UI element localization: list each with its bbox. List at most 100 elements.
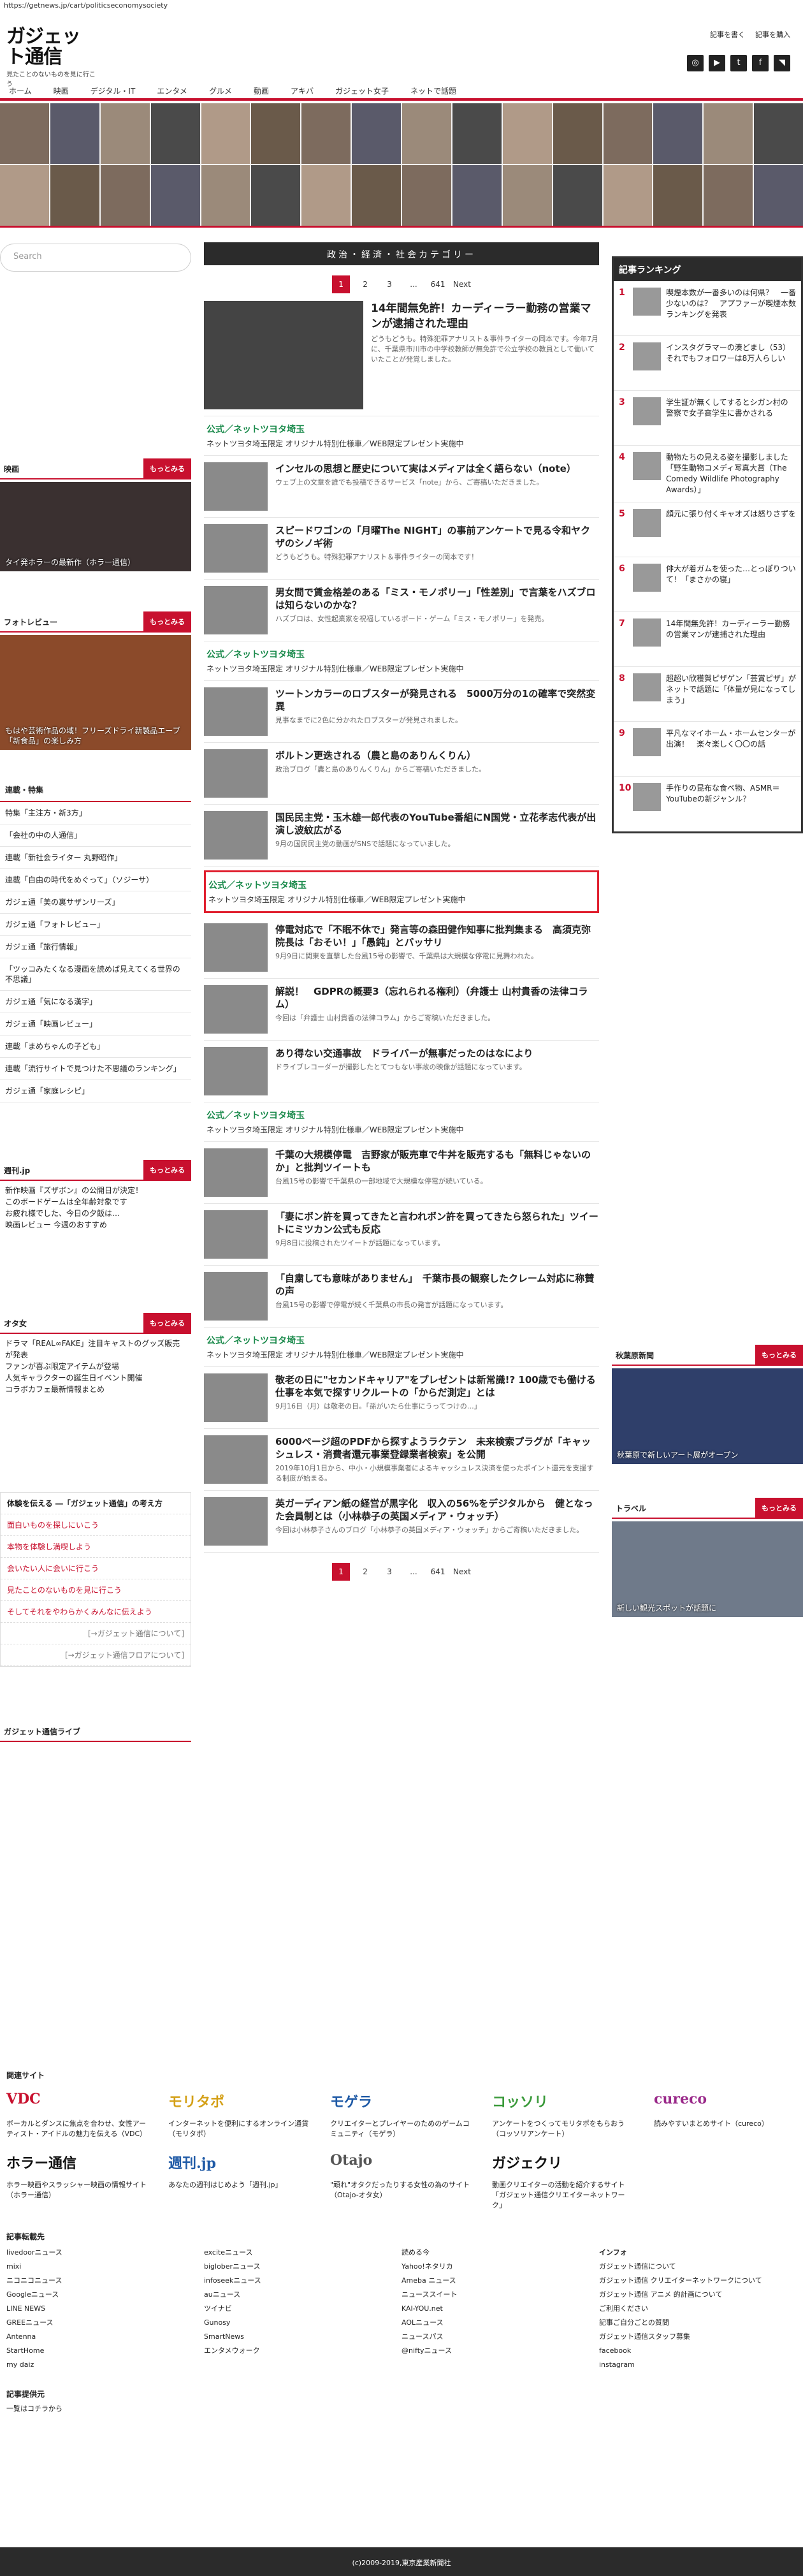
ranking-title-text[interactable]: 俳大が着ガムを使った…とっぽりついて！「まさかの寝」: [666, 564, 796, 605]
youtube-icon[interactable]: ▶: [709, 55, 725, 71]
article-title[interactable]: 6000ページ超のPDFから探すようラクテン 未来検索プラグが「キャッシュレス・…: [275, 1435, 599, 1461]
article-thumb[interactable]: [204, 1272, 268, 1321]
article-title[interactable]: インセルの思想と歴史について実はメディアは全く語らない（note）: [275, 462, 599, 475]
article-title[interactable]: 14年間無免許！カーディーラー勤務の営業マンが逮捕された理由: [371, 301, 599, 332]
ranking-thumb[interactable]: [633, 728, 661, 756]
banner-thumb[interactable]: [402, 103, 451, 164]
article-item[interactable]: 男女間で賃金格差のある「ミス・モノポリー」「性差別」で言葉をハズブロは知らないの…: [204, 580, 599, 641]
series-item[interactable]: 連載「流行サイトで見つけた不思議のランキング」: [0, 1058, 191, 1080]
buy-link[interactable]: 記事を購入: [755, 29, 790, 40]
banner-thumb[interactable]: [0, 103, 49, 164]
page-link[interactable]: 2: [356, 1563, 374, 1581]
weekly-more-button[interactable]: もっとみる: [143, 1160, 191, 1180]
article-item[interactable]: 千葉の大規模停電 吉野家が販売車で牛丼を販売するも「無料じゃないのか」と批判ツイ…: [204, 1142, 599, 1204]
ranking-title-text[interactable]: 喫煙本数が一番多いのは何県？ 一番少ないのは？ アプファーが喫煙本数ランキングを…: [666, 288, 796, 329]
footer-link[interactable]: SmartNews: [204, 2330, 402, 2344]
movie-more-button[interactable]: もっとみる: [143, 458, 191, 479]
banner-thumb[interactable]: [100, 103, 150, 164]
travel-more-button[interactable]: もっとみる: [755, 1498, 803, 1518]
footer-link[interactable]: 読める今: [402, 2246, 599, 2260]
ranking-thumb[interactable]: [633, 509, 661, 537]
banner-thumb[interactable]: [50, 103, 99, 164]
page-link[interactable]: 641: [429, 1563, 447, 1581]
banner-thumb[interactable]: [352, 103, 401, 164]
ad-block[interactable]: 公式／ネットツヨタ埼玉 ネットツヨタ埼玉限定 オリジナル特別仕様車／WEB限定プレ…: [204, 870, 599, 913]
series-item[interactable]: 連載「まめちゃんの子ども」: [0, 1036, 191, 1058]
footer-link[interactable]: ニコニコニュース: [6, 2274, 204, 2288]
article-item[interactable]: 英ガーディアン紙の経営が黒字化 収入の56%をデジタルから 健となった会員制とは…: [204, 1491, 599, 1553]
travel-caption[interactable]: 新しい観光スポットが話題に: [617, 1603, 798, 1613]
page-link[interactable]: 641: [429, 275, 447, 293]
banner-thumb[interactable]: [100, 165, 150, 226]
banner-thumb[interactable]: [150, 165, 200, 226]
about-link[interactable]: 見たことのないものを見に行こう: [1, 1579, 191, 1601]
photo-caption[interactable]: もはや芸術作品の域！フリーズドライ新製品エーブ「新食品」の楽しみ方: [5, 726, 186, 746]
ranking-item[interactable]: 10 手作りの昆布な食べ物、ASMR＝YouTubeの新ジャンル？: [614, 777, 801, 831]
related-site[interactable]: ホラー通信 ホラー映画やスラッシャー映画の情報サイト（ホラー通信）: [6, 2152, 149, 2211]
footer-link[interactable]: ご利用ください: [599, 2302, 797, 2316]
footer-link[interactable]: KAI-YOU.net: [402, 2302, 599, 2316]
banner-thumb[interactable]: [704, 103, 753, 164]
article-item[interactable]: ボルトン更迭される（農と島のありんくりん） 政治ブログ「農と島のありんくりん」から…: [204, 743, 599, 805]
related-logo[interactable]: コッソリ: [492, 2091, 635, 2119]
banner-thumb[interactable]: [704, 165, 753, 226]
article-title[interactable]: スピードワゴンの「月曜The NIGHT」の事前アンケートで見る令和ヤクザのシノ…: [275, 524, 599, 550]
news-line[interactable]: コラボカフェ最新情報まとめ: [5, 1384, 186, 1395]
nav-item[interactable]: 動画: [245, 83, 278, 98]
banner-thumb[interactable]: [754, 103, 803, 164]
ranking-title-text[interactable]: 顔元に張り付くキャオズは怒りさずを: [666, 509, 796, 550]
article-item[interactable]: 「自粛しても意味がありません」 千葉市長の観察したクレーム対応に称賛の声 台風15…: [204, 1266, 599, 1328]
news-line[interactable]: このボードゲームは全年齢対象です: [5, 1196, 186, 1208]
footer-link[interactable]: Antenna: [6, 2330, 204, 2344]
article-title[interactable]: 男女間で賃金格差のある「ミス・モノポリー」「性差別」で言葉をハズブロは知らないの…: [275, 586, 599, 611]
page-link[interactable]: 1: [332, 1563, 351, 1581]
banner-thumb[interactable]: [653, 103, 703, 164]
article-item[interactable]: インセルの思想と歴史について実はメディアは全く語らない（note） ウェブ上の文章…: [204, 456, 599, 518]
article-title[interactable]: ボルトン更迭される（農と島のありんくりん）: [275, 749, 599, 762]
article-title[interactable]: あり得ない交通事故 ドライバーが無事だったのはなにより: [275, 1047, 599, 1060]
series-item[interactable]: 連載「新社会ライター 丸野昭作」: [0, 847, 191, 869]
related-site[interactable]: ガジェクリ 動画クリエイターの活動を紹介するサイト「ガジェット通信クリエイターネッ…: [492, 2152, 635, 2211]
nav-item[interactable]: エンタメ: [148, 83, 196, 98]
series-item[interactable]: ガジェ通「旅行情報」: [0, 936, 191, 958]
footer-link[interactable]: ガジェット通信スタッフ募集: [599, 2330, 797, 2344]
series-item[interactable]: ガジェ通「映画レビュー」: [0, 1013, 191, 1036]
article-title[interactable]: 国民民主党・玉木雄一郎代表のYouTube番組にN国党・立花孝志代表が出演し波紋…: [275, 811, 599, 837]
footer-link[interactable]: ガジェット通信 クリエイターネットワークについて: [599, 2274, 797, 2288]
banner-thumb[interactable]: [301, 165, 351, 226]
akiba-caption[interactable]: 秋葉原で新しいアート展がオープン: [617, 1450, 798, 1460]
related-logo[interactable]: ホラー通信: [6, 2152, 149, 2180]
news-line[interactable]: ファンが喜ぶ限定アイテムが登場: [5, 1361, 186, 1372]
footer-link[interactable]: GREEニュース: [6, 2316, 204, 2330]
facebook-icon[interactable]: f: [752, 55, 769, 71]
banner-thumb[interactable]: [603, 103, 653, 164]
nav-item[interactable]: アキバ: [282, 83, 322, 98]
footer-link[interactable]: instagram: [599, 2358, 797, 2372]
instagram-icon[interactable]: ◎: [687, 55, 704, 71]
footer-link[interactable]: StartHome: [6, 2344, 204, 2358]
article-thumb[interactable]: [204, 749, 268, 798]
page-link[interactable]: 1: [332, 275, 351, 293]
ranking-item[interactable]: 1 喫煙本数が一番多いのは何県？ 一番少ないのは？ アプファーが喫煙本数ランキング…: [614, 281, 801, 336]
article-item[interactable]: 6000ページ超のPDFから探すようラクテン 未来検索プラグが「キャッシュレス・…: [204, 1429, 599, 1491]
search-input[interactable]: Search: [0, 244, 191, 272]
ranking-title-text[interactable]: 学生証が無くしてするとシガン村の 警察で女子高学生に書かされる: [666, 397, 796, 439]
ranking-title-text[interactable]: インスタグラマーの湊どまし（53）それでもフォロワーは8万人らしい: [666, 342, 796, 384]
footer-link[interactable]: mixi: [6, 2260, 204, 2274]
ranking-thumb[interactable]: [633, 783, 661, 811]
ranking-thumb[interactable]: [633, 452, 661, 480]
banner-thumb[interactable]: [251, 165, 301, 226]
article-thumb[interactable]: [204, 1210, 268, 1259]
series-item[interactable]: ガジェ通「美の裏サザンリーズ」: [0, 891, 191, 914]
related-logo[interactable]: Otajo: [330, 2152, 473, 2180]
footer-link[interactable]: エンタメウォーク: [204, 2344, 402, 2358]
related-site[interactable]: VDC ボーカルとダンスに焦点を合わせ、女性アーティスト・アイドルの魅力を伝える（…: [6, 2091, 149, 2139]
otajo-more-button[interactable]: もっとみる: [143, 1313, 191, 1333]
ad-title[interactable]: 公式／ネットツヨタ埼玉: [206, 423, 597, 435]
footer-link[interactable]: infoseekニュース: [204, 2274, 402, 2288]
related-site[interactable]: Otajo "頑れ"オタクだったりする女性の為のサイト（Otajo-オタ女）: [330, 2152, 473, 2211]
article-thumb[interactable]: [204, 1373, 268, 1422]
article-title[interactable]: 解説！ GDPRの概要3（忘れられる権利）（弁護士 山村貴香の法律コラム）: [275, 985, 599, 1011]
ranking-item[interactable]: 7 14年間無免許！カーディーラー勤務の営業マンが逮捕された理由: [614, 612, 801, 667]
article-title[interactable]: 「自粛しても意味がありません」 千葉市長の観察したクレーム対応に称賛の声: [275, 1272, 599, 1298]
